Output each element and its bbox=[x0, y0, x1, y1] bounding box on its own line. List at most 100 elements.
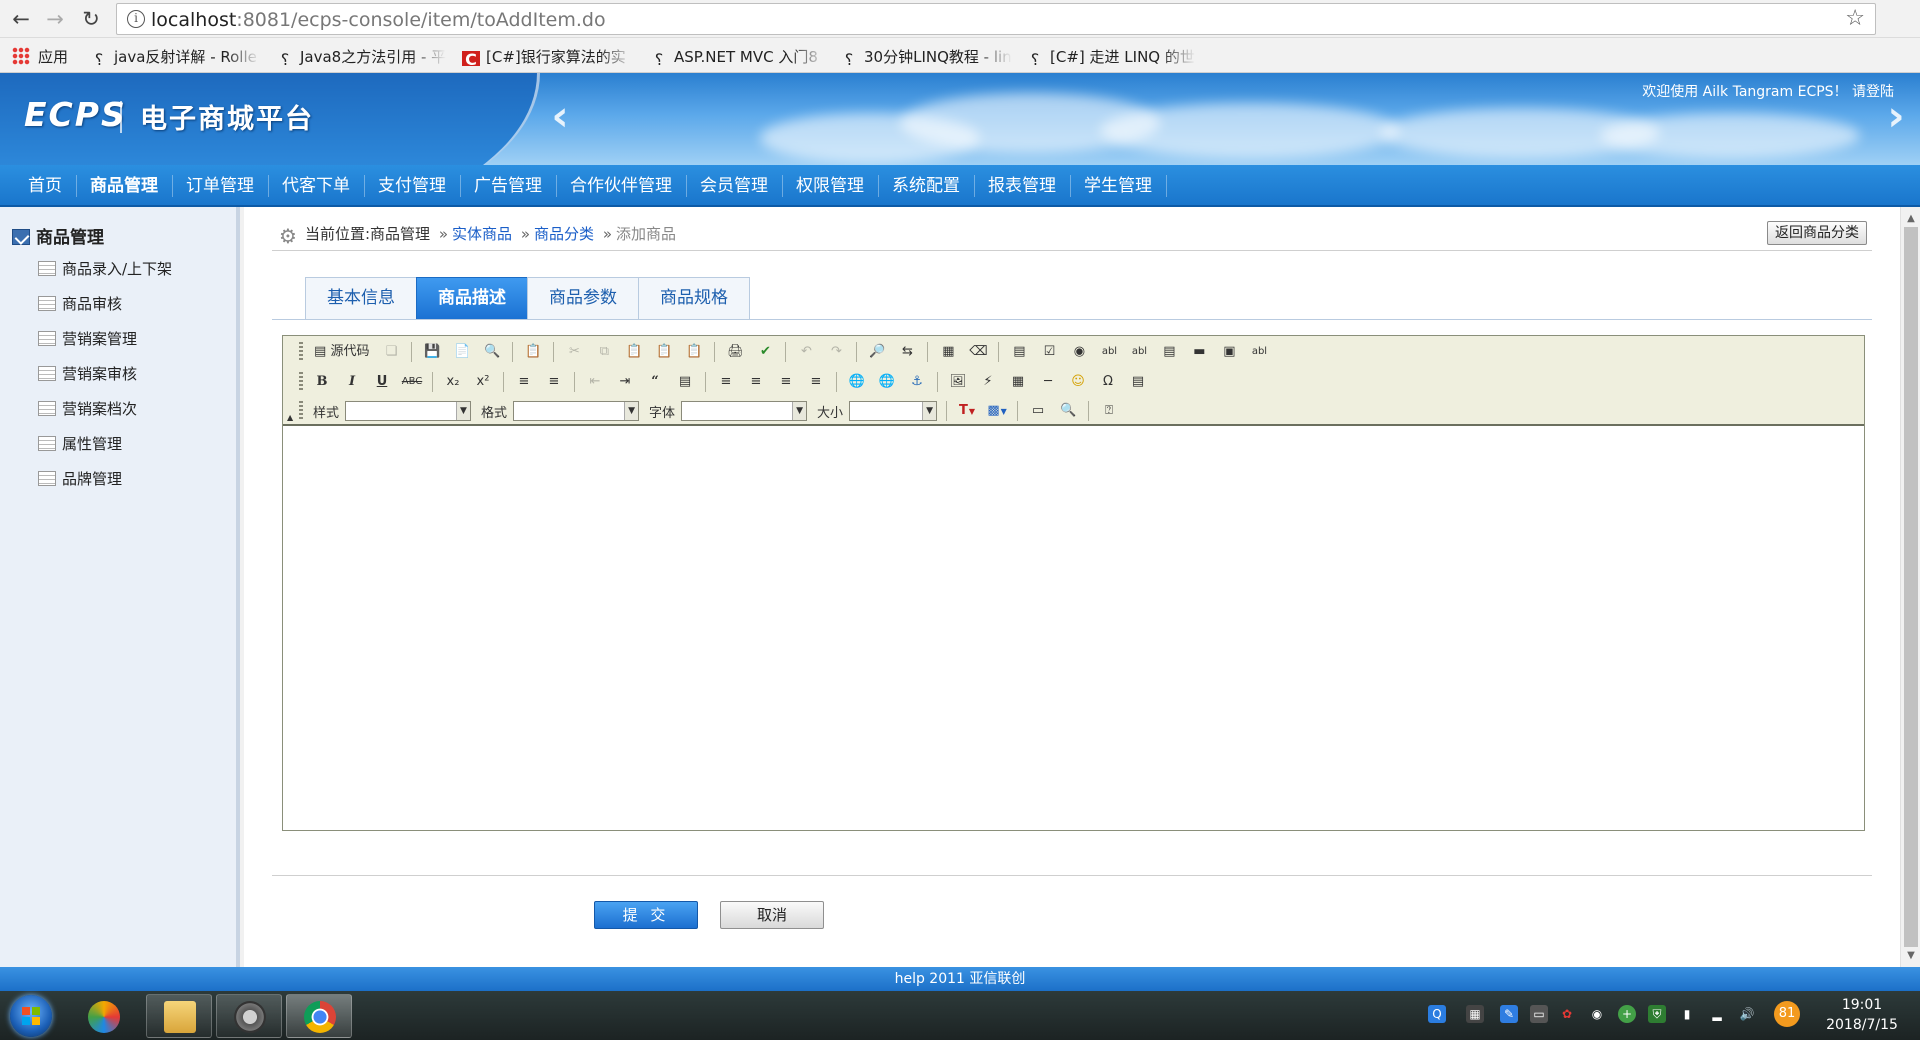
sidebar-item-product-entry[interactable]: 商品录入/上下架 bbox=[38, 259, 172, 294]
back-arrow-icon[interactable]: ← bbox=[8, 6, 34, 32]
paste-text-icon[interactable]: 📋 bbox=[652, 341, 676, 363]
cancel-button[interactable]: 取消 bbox=[720, 901, 824, 929]
paste-word-icon[interactable]: 📋 bbox=[682, 341, 706, 363]
sidebar-item-product-review[interactable]: 商品审核 bbox=[38, 294, 172, 329]
table-icon[interactable]: ▦ bbox=[1006, 371, 1030, 393]
align-justify-icon[interactable]: ≡ bbox=[804, 371, 828, 393]
page-scrollbar[interactable]: ▲ ▼ bbox=[1900, 207, 1920, 967]
image-button-icon[interactable]: ▣ bbox=[1217, 341, 1241, 363]
address-bar[interactable]: i localhost:8081/ecps-console/item/toAdd… bbox=[116, 3, 1876, 35]
info-icon[interactable]: i bbox=[127, 10, 145, 28]
radio-icon[interactable]: ◉ bbox=[1067, 341, 1091, 363]
editor-content-area[interactable] bbox=[283, 426, 1864, 830]
text-color-icon[interactable]: T▼ bbox=[955, 400, 979, 422]
bookmark-item[interactable]: ؟ java反射详解 - Rolle bbox=[90, 46, 260, 66]
tab-basic-info[interactable]: 基本信息 bbox=[305, 277, 417, 319]
style-select[interactable]: ▼ bbox=[345, 401, 472, 421]
nav-item-permission-management[interactable]: 权限管理 bbox=[782, 165, 878, 207]
align-right-icon[interactable]: ≡ bbox=[774, 371, 798, 393]
taskbar-app-photos[interactable] bbox=[70, 994, 136, 1038]
battery-icon[interactable]: ▮ bbox=[1678, 1005, 1696, 1023]
sidebar-item-campaign-management[interactable]: 营销案管理 bbox=[38, 329, 172, 364]
paste-icon[interactable]: 📋 bbox=[622, 341, 646, 363]
replace-icon[interactable]: ⇆ bbox=[895, 341, 919, 363]
banner-prev-arrow-icon[interactable]: ‹ bbox=[546, 95, 574, 137]
background-color-icon[interactable]: ▩▼ bbox=[985, 400, 1009, 422]
font-select[interactable]: ▼ bbox=[681, 401, 808, 421]
source-button[interactable]: ▤ 源代码 bbox=[310, 341, 373, 363]
nav-item-payment-management[interactable]: 支付管理 bbox=[364, 165, 460, 207]
format-select[interactable]: ▼ bbox=[513, 401, 640, 421]
about-icon[interactable]: ⍰ bbox=[1097, 400, 1121, 422]
system-clock[interactable]: 19:01 2018/7/15 bbox=[1812, 995, 1912, 1035]
new-page-icon[interactable]: 📄 bbox=[450, 341, 474, 363]
unlink-icon[interactable]: 🌐 bbox=[875, 371, 899, 393]
undo-icon[interactable]: ↶ bbox=[794, 341, 818, 363]
sidebar-item-attribute-management[interactable]: 属性管理 bbox=[38, 434, 172, 469]
link-icon[interactable]: 🌐 bbox=[845, 371, 869, 393]
tab-product-specs[interactable]: 商品规格 bbox=[638, 277, 750, 319]
banner-next-arrow-icon[interactable]: › bbox=[1882, 95, 1910, 137]
smiley-icon[interactable]: ☺ bbox=[1066, 371, 1090, 393]
reload-icon[interactable]: ↻ bbox=[78, 6, 104, 32]
breadcrumb-link-physical-products[interactable]: 实体商品 bbox=[452, 225, 512, 243]
taskbar-app-explorer[interactable] bbox=[146, 994, 212, 1038]
remove-format-icon[interactable]: ⌫ bbox=[966, 341, 990, 363]
show-blocks-icon[interactable]: 🔍 bbox=[1056, 400, 1080, 422]
horizontal-rule-icon[interactable]: ─ bbox=[1036, 371, 1060, 393]
button-field-icon[interactable]: ▬ bbox=[1187, 341, 1211, 363]
qq-icon[interactable]: ◉ bbox=[1588, 1005, 1606, 1023]
welcome-text[interactable]: 欢迎使用 Ailk Tangram ECPS！ 请登陆 bbox=[1642, 81, 1894, 101]
tray-plus-icon[interactable]: + bbox=[1618, 1005, 1636, 1023]
flash-icon[interactable]: ⚡ bbox=[976, 371, 1000, 393]
preview-icon[interactable]: 🔍 bbox=[480, 341, 504, 363]
page-break-icon[interactable]: ▤ bbox=[1126, 371, 1150, 393]
find-icon[interactable]: 🔎 bbox=[865, 341, 889, 363]
submit-button[interactable]: 提 交 bbox=[594, 901, 698, 929]
nav-item-product-management[interactable]: 商品管理 bbox=[76, 165, 172, 207]
tray-app-icon[interactable]: ▦ bbox=[1466, 1005, 1484, 1023]
textfield-icon[interactable]: abl bbox=[1097, 341, 1121, 363]
tray-monitor-icon[interactable]: ▭ bbox=[1530, 1005, 1548, 1023]
bookmark-item[interactable]: ؟ 30分钟LINQ教程 - lin bbox=[840, 46, 1012, 66]
align-center-icon[interactable]: ≡ bbox=[744, 371, 768, 393]
checkbox-icon[interactable]: ☑ bbox=[1037, 341, 1061, 363]
bookmark-item[interactable]: ؟ Java8之方法引用 - 平 bbox=[276, 46, 446, 66]
indent-icon[interactable]: ⇥ bbox=[613, 371, 637, 393]
superscript-icon[interactable]: x² bbox=[471, 371, 495, 393]
size-select[interactable]: ▼ bbox=[849, 401, 938, 421]
numbered-list-icon[interactable]: ≡ bbox=[512, 371, 536, 393]
nav-item-member-management[interactable]: 会员管理 bbox=[686, 165, 782, 207]
bookmark-item[interactable]: ؟ [C#] 走进 LINQ 的世 bbox=[1026, 46, 1196, 66]
select-field-icon[interactable]: ▤ bbox=[1157, 341, 1181, 363]
underline-icon[interactable]: U bbox=[370, 371, 394, 393]
image-icon[interactable]: 🖼 bbox=[946, 371, 970, 393]
document-icon[interactable]: 📋 bbox=[521, 341, 545, 363]
special-char-icon[interactable]: Ω bbox=[1096, 371, 1120, 393]
network-signal-icon[interactable]: ▂ bbox=[1708, 1005, 1726, 1023]
tab-product-params[interactable]: 商品参数 bbox=[527, 277, 639, 319]
select-all-icon[interactable]: ▦ bbox=[936, 341, 960, 363]
qq-browser-icon[interactable]: Q bbox=[1428, 1005, 1446, 1023]
anchor-icon[interactable]: ⚓ bbox=[905, 371, 929, 393]
maximize-icon[interactable]: ▭ bbox=[1026, 400, 1050, 422]
nav-item-student-management[interactable]: 学生管理 bbox=[1070, 165, 1166, 207]
spellcheck-icon[interactable]: ✔ bbox=[753, 341, 777, 363]
bold-icon[interactable]: B bbox=[310, 371, 334, 393]
scroll-up-icon[interactable]: ▲ bbox=[1905, 213, 1917, 224]
outdent-icon[interactable]: ⇤ bbox=[583, 371, 607, 393]
redo-icon[interactable]: ↷ bbox=[824, 341, 848, 363]
blockquote-icon[interactable]: “ bbox=[643, 371, 667, 393]
align-left-icon[interactable]: ≡ bbox=[714, 371, 738, 393]
back-to-category-button[interactable]: 返回商品分类 bbox=[1767, 221, 1867, 245]
sidebar-item-campaign-tier[interactable]: 营销案档次 bbox=[38, 399, 172, 434]
taskbar-app-chrome[interactable] bbox=[286, 994, 352, 1038]
nav-item-order-management[interactable]: 订单管理 bbox=[172, 165, 268, 207]
nav-item-home[interactable]: 首页 bbox=[14, 165, 76, 207]
print-icon[interactable]: 🖨 bbox=[723, 341, 747, 363]
bookmark-item[interactable]: C [C#]银行家算法的实 bbox=[462, 46, 634, 66]
bullet-list-icon[interactable]: ≡ bbox=[542, 371, 566, 393]
notification-badge[interactable]: 81 bbox=[1774, 1001, 1800, 1027]
volume-icon[interactable]: 🔊 bbox=[1738, 1005, 1756, 1023]
nav-item-proxy-order[interactable]: 代客下单 bbox=[268, 165, 364, 207]
